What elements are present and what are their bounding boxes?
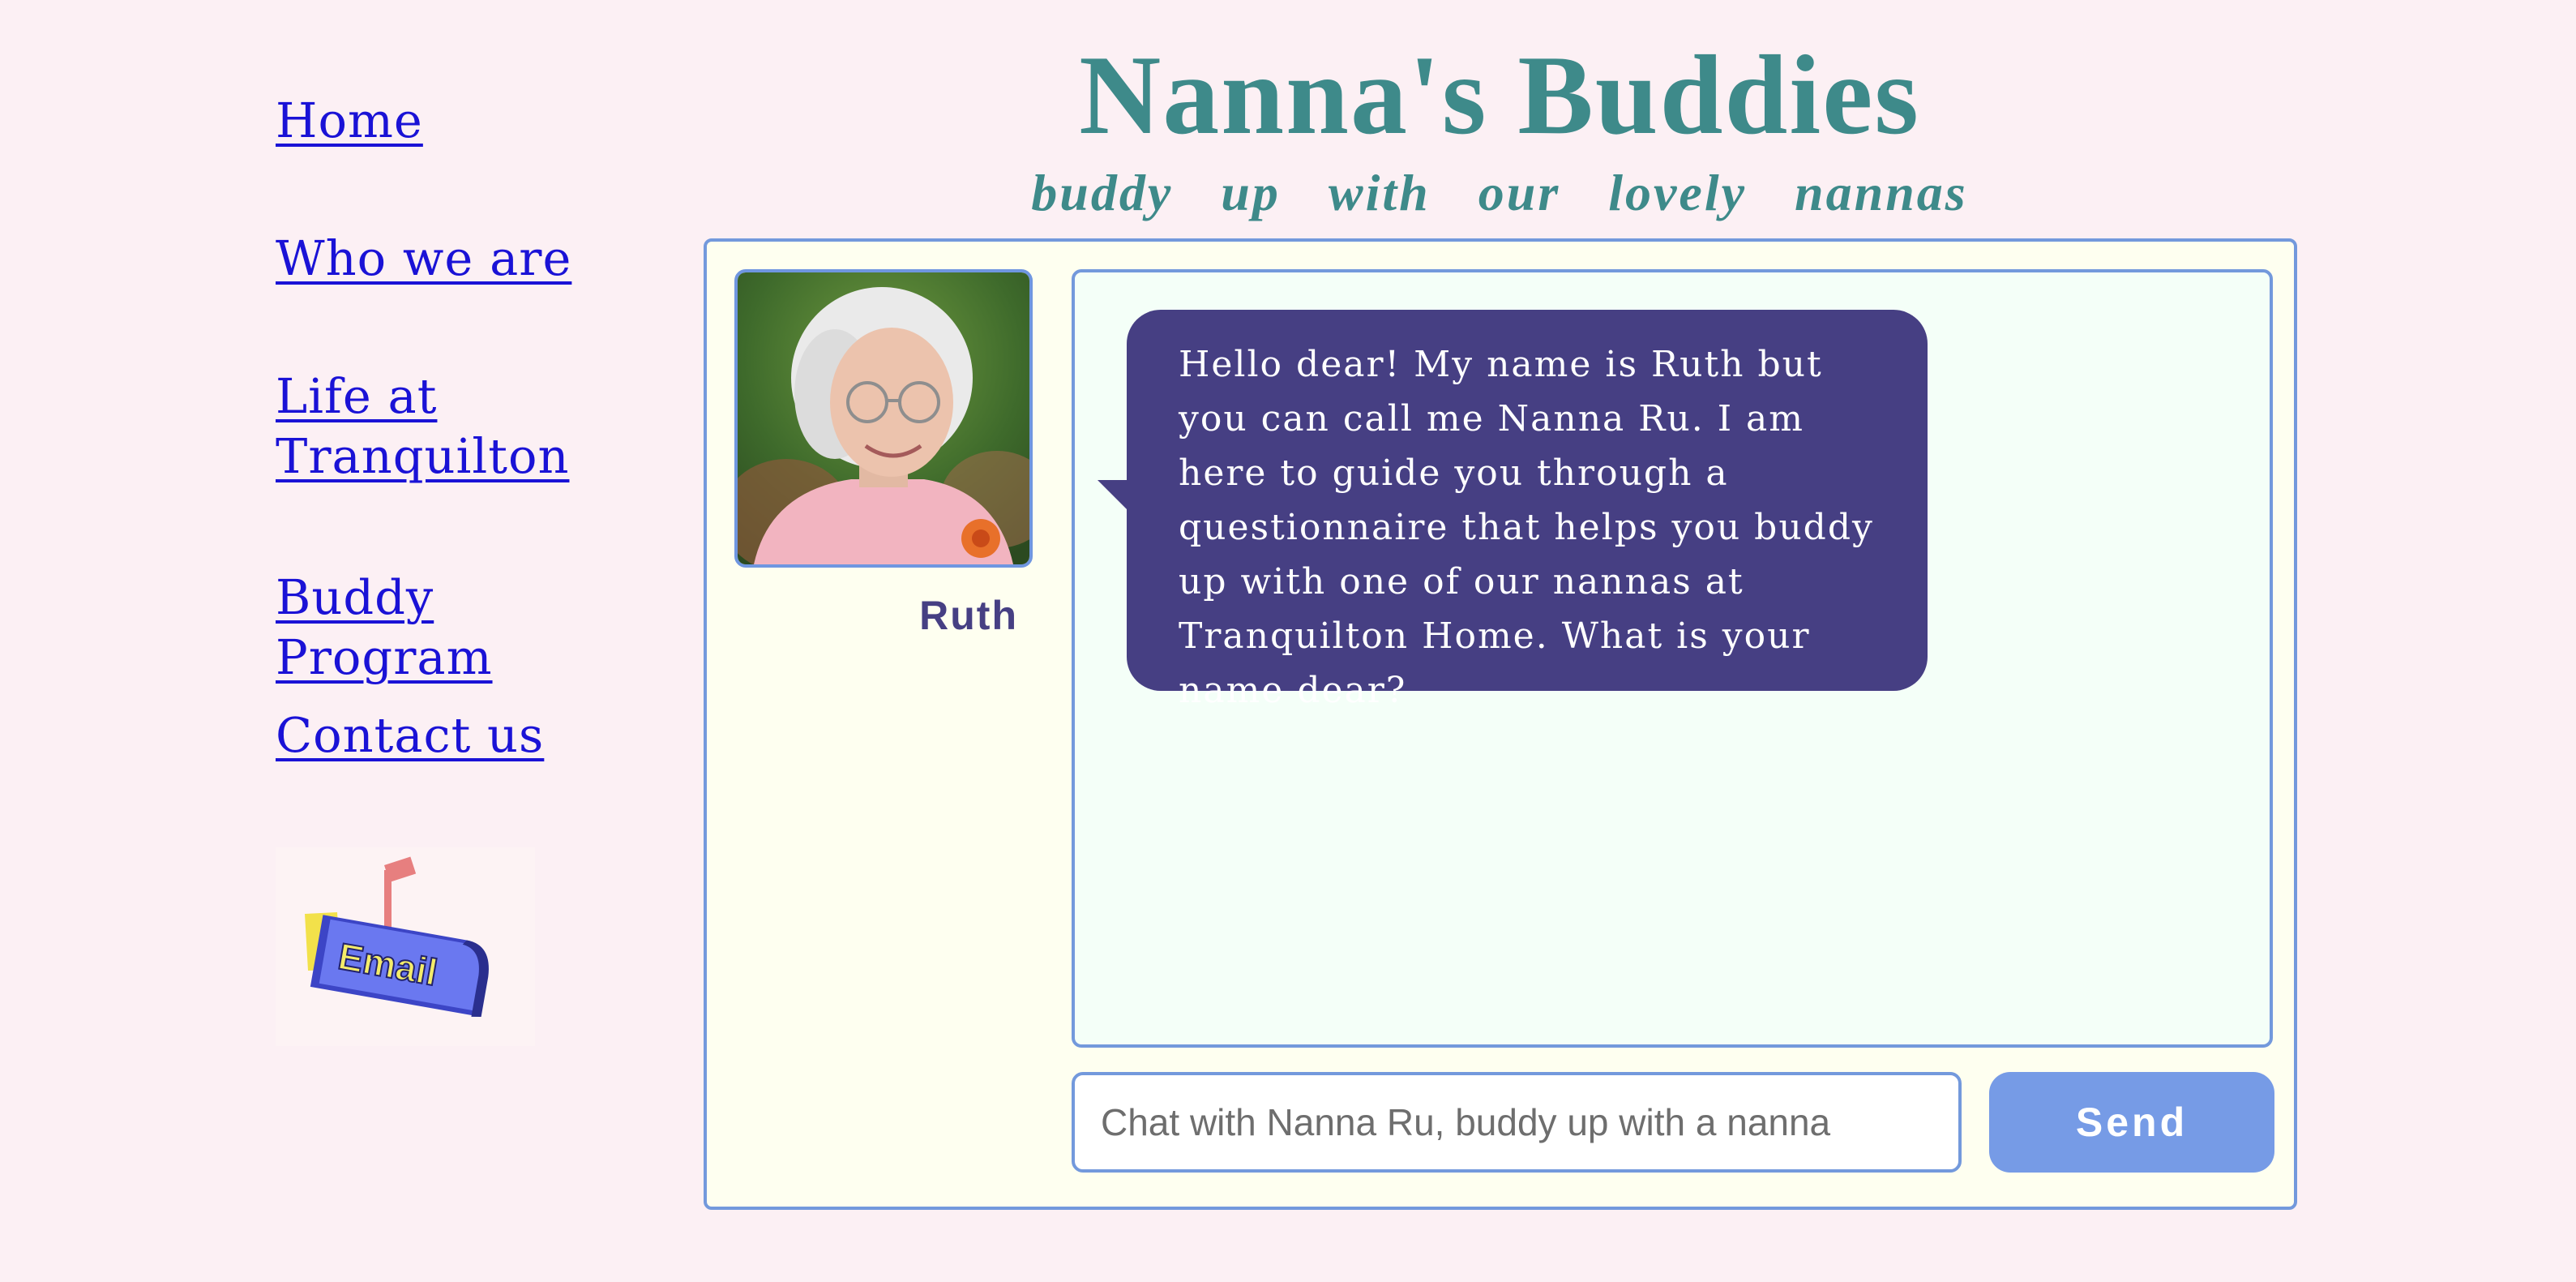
nav-link-buddy-program[interactable]: Buddy Program bbox=[276, 568, 665, 688]
avatar-name: Ruth bbox=[919, 593, 1018, 638]
mailbox-icon: Email bbox=[305, 856, 489, 1018]
send-button[interactable]: Send bbox=[1989, 1072, 2274, 1173]
bubble-tail bbox=[1098, 480, 1130, 512]
nav-link-who-we-are[interactable]: Who we are bbox=[276, 229, 571, 289]
avatar bbox=[734, 269, 1033, 568]
email-mailbox-link[interactable]: Email bbox=[276, 847, 535, 1046]
nav-link-home[interactable]: Home bbox=[276, 91, 423, 151]
chat-panel: Ruth Hello dear! My name is Ruth but you… bbox=[704, 238, 2297, 1210]
chat-messages: Hello dear! My name is Ruth but you can … bbox=[1072, 269, 2273, 1048]
site-title: Nanna's Buddies bbox=[1079, 32, 1920, 158]
chat-input[interactable] bbox=[1072, 1072, 1962, 1173]
site-tagline: buddy up with our lovely nannas bbox=[1031, 164, 1968, 221]
nav-link-contact-us[interactable]: Contact us bbox=[276, 705, 544, 765]
nav-link-life-at-tranquilton[interactable]: Life at Tranquilton bbox=[276, 367, 568, 487]
message-bubble: Hello dear! My name is Ruth but you can … bbox=[1127, 310, 1928, 711]
